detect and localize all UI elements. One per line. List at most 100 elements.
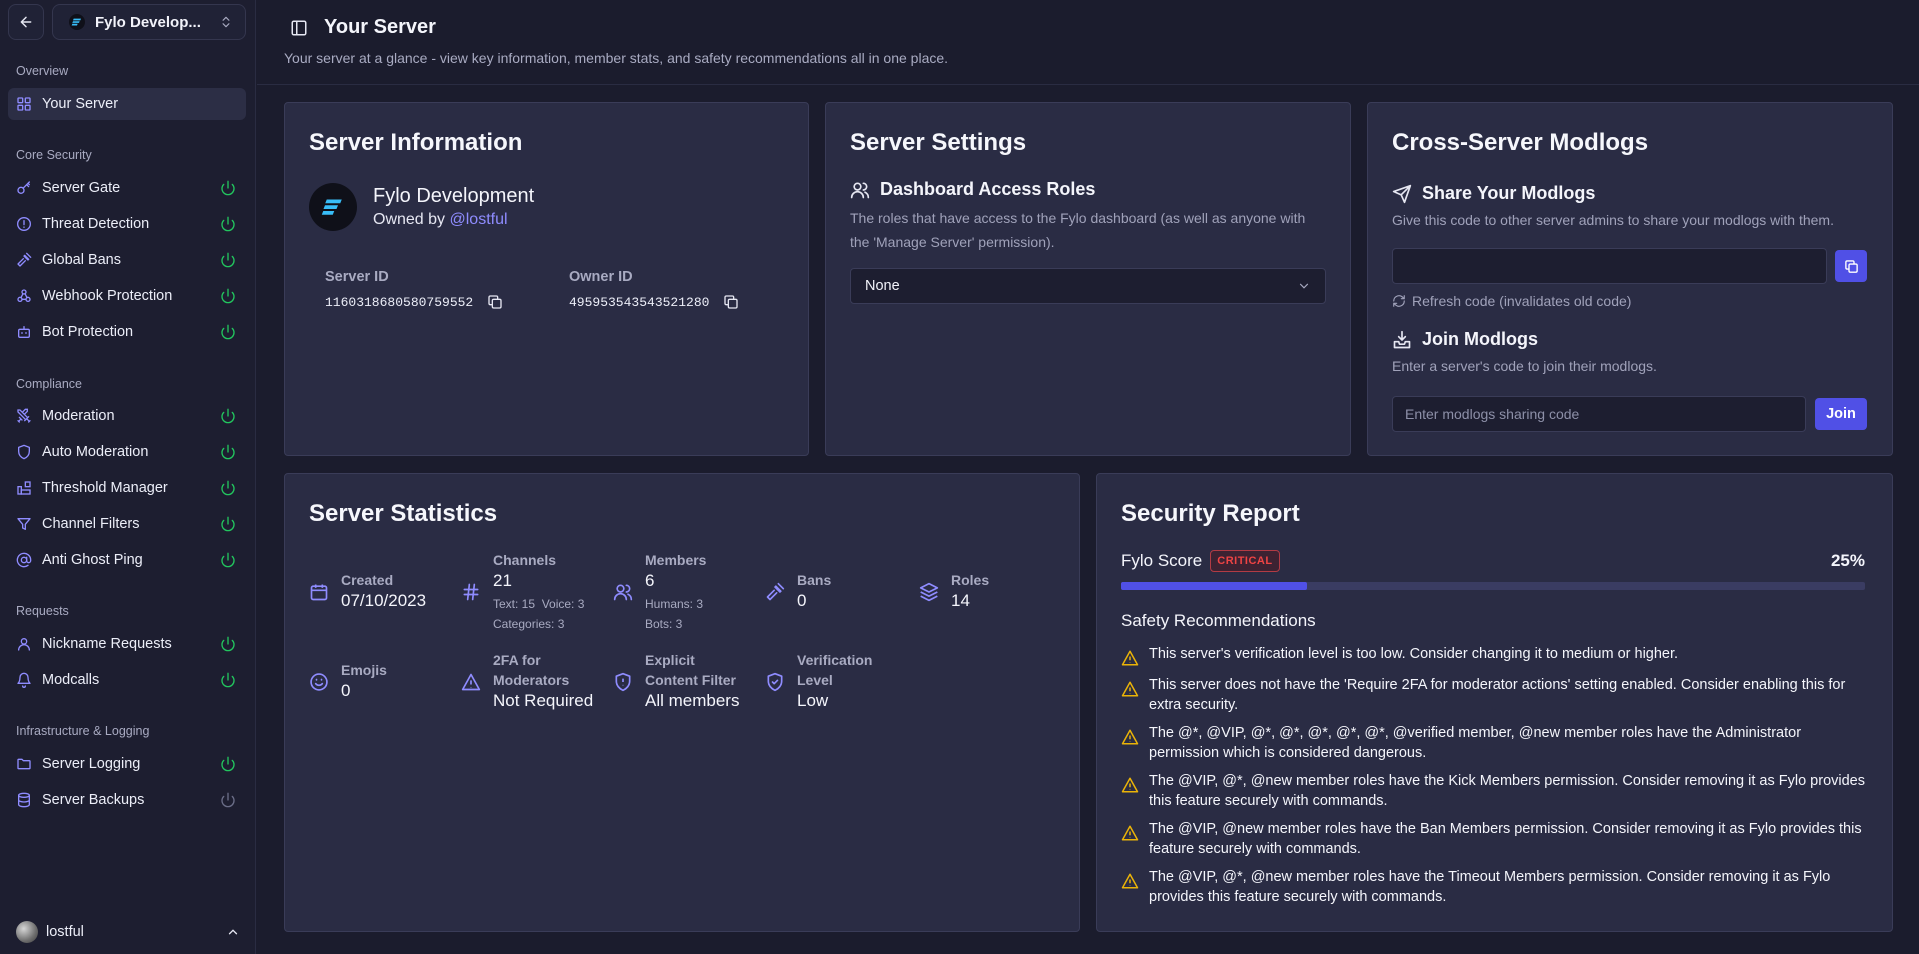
section-infrastructure-logging: Infrastructure & Logging	[16, 724, 150, 738]
sidebar-item-modcalls[interactable]: Modcalls	[8, 664, 246, 696]
copy-icon[interactable]	[487, 294, 503, 310]
join-code-input[interactable]: Enter modlogs sharing code	[1392, 396, 1806, 432]
card-title: Server Statistics	[309, 500, 498, 527]
sidebar-item-server-gate[interactable]: Server Gate	[8, 172, 246, 204]
sidebar-item-auto-moderation[interactable]: Auto Moderation	[8, 436, 246, 468]
sidebar-item-nickname-requests[interactable]: Nickname Requests	[8, 628, 246, 660]
power-icon[interactable]	[220, 756, 236, 772]
sidebar-toggle-icon[interactable]	[290, 19, 308, 37]
user-menu[interactable]: lostful	[16, 920, 240, 944]
sidebar-item-label: Threat Detection	[42, 216, 150, 232]
swords-icon	[17, 408, 31, 423]
copy-code-button[interactable]	[1835, 250, 1867, 282]
owned-by: Owned by @lostful	[373, 211, 534, 229]
server-statistics-card: Server Statistics Created 07/10/2023 Cha…	[284, 473, 1080, 932]
stat-label: Roles	[951, 572, 990, 588]
owner-id-block: Owner ID 495953543543521280	[569, 269, 739, 310]
stat-bans: Bans 0	[765, 570, 831, 612]
refresh-code-link[interactable]: Refresh code (invalidates old code)	[1392, 293, 1631, 309]
sidebar-item-threat-detection[interactable]: Threat Detection	[8, 208, 246, 240]
share-modlogs-description: Give this code to other server admins to…	[1392, 212, 1834, 228]
power-icon[interactable]	[220, 792, 236, 808]
server-id-value: 1160318680580759552	[325, 294, 474, 310]
stat-label: Channels	[493, 552, 557, 568]
share-code-field[interactable]	[1392, 248, 1827, 284]
power-icon[interactable]	[220, 672, 236, 688]
stat-value: All members	[645, 691, 740, 710]
section-compliance: Compliance	[16, 377, 83, 391]
sidebar-item-channel-filters[interactable]: Channel Filters	[8, 508, 246, 540]
server-id-label: Server ID	[325, 269, 389, 285]
sidebar-item-moderation[interactable]: Moderation	[8, 400, 246, 432]
server-selector[interactable]: Fylo Develop...	[52, 4, 246, 40]
server-information-card: Server Information Fylo Development Owne…	[284, 102, 809, 456]
stat-label-line1: Explicit	[645, 652, 695, 668]
avatar	[16, 921, 38, 943]
cross-server-modlogs-card: Cross-Server Modlogs Share Your Modlogs …	[1367, 102, 1893, 456]
safety-recommendations-title: Safety Recommendations	[1121, 611, 1316, 630]
power-icon[interactable]	[220, 480, 236, 496]
power-icon[interactable]	[220, 324, 236, 340]
recommendation-item: The @VIP, @new member roles have the Ban…	[1121, 819, 1865, 859]
sidebar-item-webhook-protection[interactable]: Webhook Protection	[8, 280, 246, 312]
security-report-card: Security Report Fylo Score CRITICAL 25% …	[1096, 473, 1893, 932]
recommendation-text: This server does not have the 'Require 2…	[1149, 677, 1846, 713]
shield-icon	[18, 444, 30, 460]
send-icon	[1392, 184, 1412, 203]
channels-text: Text: 15	[493, 597, 536, 611]
sidebar-item-global-bans[interactable]: Global Bans	[8, 244, 246, 276]
refresh-code-label: Refresh code (invalidates old code)	[1412, 293, 1632, 309]
smile-icon	[310, 673, 328, 691]
folder-icon	[17, 758, 31, 770]
recommendation-item: This server's verification level is too …	[1121, 644, 1865, 667]
server-settings-card: Server Settings Dashboard Access Roles T…	[825, 102, 1351, 456]
back-button[interactable]	[8, 4, 44, 40]
power-icon[interactable]	[220, 252, 236, 268]
sidebar-item-label: Anti Ghost Ping	[42, 552, 143, 568]
stat-label-line2: Level	[797, 672, 833, 688]
sidebar-item-label: Global Bans	[42, 252, 121, 268]
sidebar-item-server-backups[interactable]: Server Backups	[8, 784, 246, 816]
power-icon[interactable]	[220, 444, 236, 460]
sidebar-item-label: Bot Protection	[42, 324, 134, 340]
stat-value: 07/10/2023	[341, 591, 427, 610]
sidebar-item-bot-protection[interactable]: Bot Protection	[8, 316, 246, 348]
bell-icon	[17, 672, 31, 688]
sidebar-item-anti-ghost-ping[interactable]: Anti Ghost Ping	[8, 544, 246, 576]
power-icon[interactable]	[220, 516, 236, 532]
sidebar-item-server-logging[interactable]: Server Logging	[8, 748, 246, 780]
join-button[interactable]: Join	[1815, 398, 1867, 430]
recommendation-item: This server does not have the 'Require 2…	[1121, 675, 1865, 715]
chevron-up-icon	[228, 929, 238, 935]
sidebar-item-label: Server Logging	[42, 756, 141, 772]
users-icon	[850, 182, 870, 198]
users-icon	[613, 584, 633, 601]
sidebar-item-your-server[interactable]: Your Server	[8, 88, 246, 120]
power-icon[interactable]	[220, 216, 236, 232]
card-title: Cross-Server Modlogs	[1392, 129, 1649, 156]
stat-breakdown: Text: 15 Voice: 3	[493, 594, 584, 614]
filter-icon	[17, 518, 31, 530]
power-icon[interactable]	[220, 636, 236, 652]
power-icon[interactable]	[220, 408, 236, 424]
members-humans: Humans: 3	[645, 597, 704, 611]
blocks-icon	[17, 481, 31, 495]
stat-value: 0	[341, 681, 351, 700]
card-title: Server Settings	[850, 129, 1027, 156]
power-icon[interactable]	[220, 552, 236, 568]
gavel-icon	[17, 252, 32, 267]
power-icon[interactable]	[220, 180, 236, 196]
access-roles-value: None	[865, 278, 900, 294]
stat-label: Emojis	[341, 662, 387, 678]
power-icon[interactable]	[220, 288, 236, 304]
stat-verification: Verification Level Low	[765, 650, 872, 712]
owner-link[interactable]: @lostful	[450, 211, 508, 228]
fylo-score-label: Fylo Score	[1121, 551, 1203, 570]
access-roles-select[interactable]: None	[850, 268, 1326, 304]
sidebar-item-threshold-manager[interactable]: Threshold Manager	[8, 472, 246, 504]
recommendation-text: The @VIP, @*, @new member roles have the…	[1149, 773, 1865, 809]
sidebar-item-label: Server Backups	[42, 792, 145, 808]
grid-icon	[17, 97, 31, 111]
copy-icon[interactable]	[723, 294, 739, 310]
copy-icon	[1844, 259, 1858, 273]
